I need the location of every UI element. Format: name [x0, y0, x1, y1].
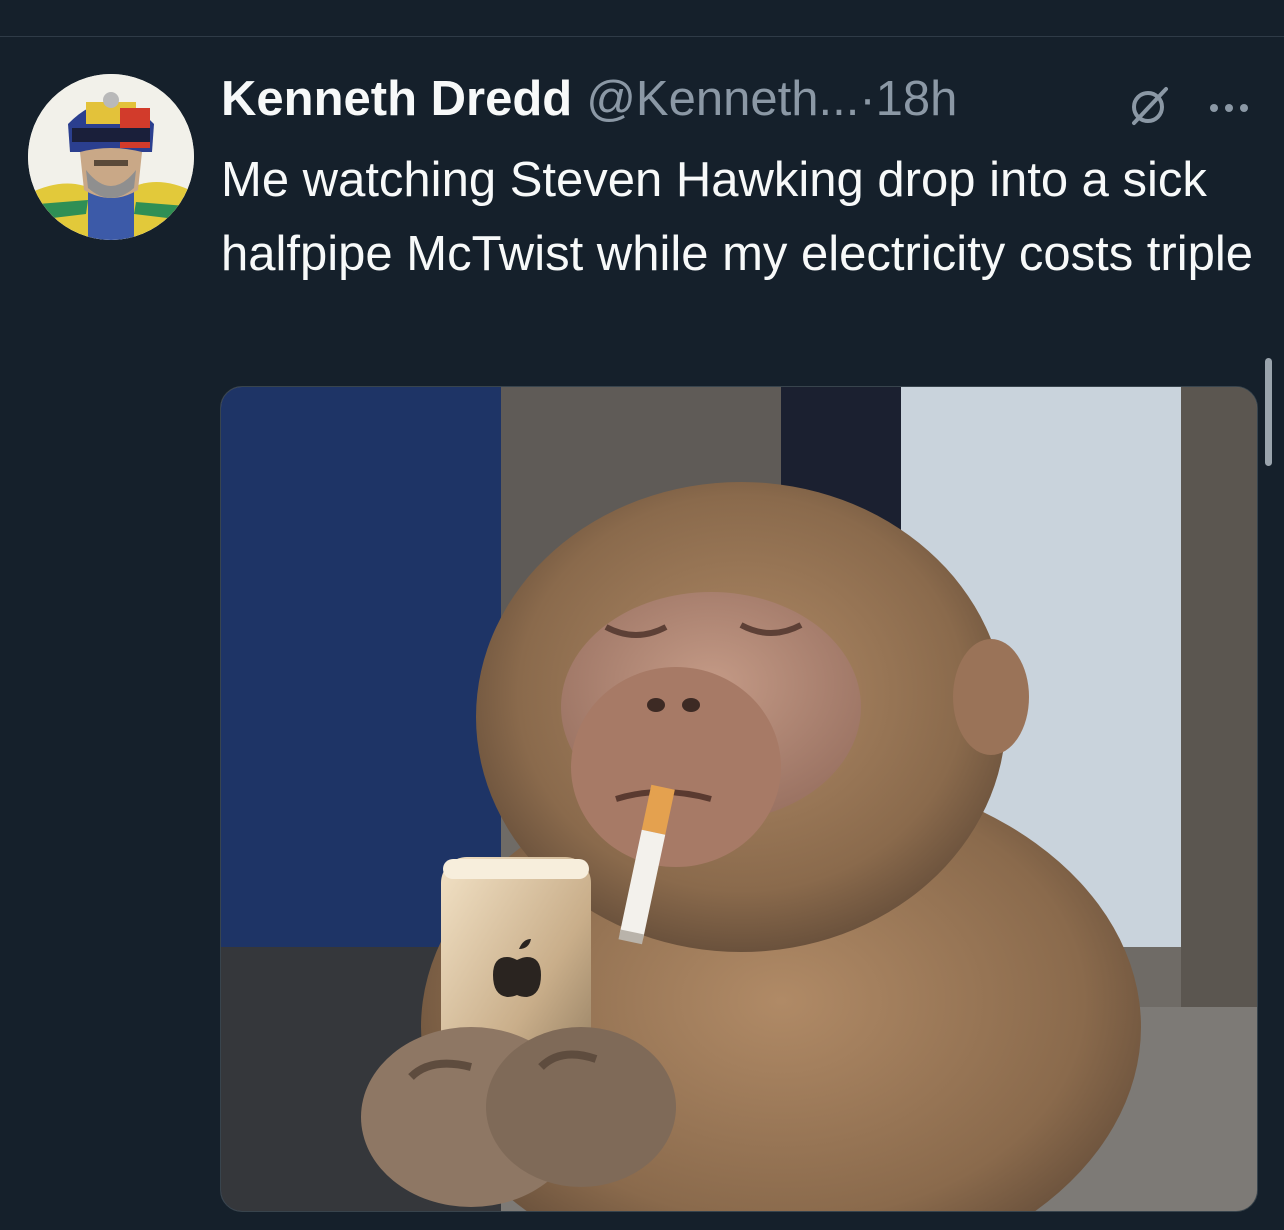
more-icon[interactable] [1206, 85, 1252, 131]
separator-dot: · [859, 72, 876, 126]
grok-icon[interactable] [1128, 85, 1170, 127]
avatar-image [28, 74, 194, 240]
avatar[interactable] [28, 74, 194, 240]
tweet-text: Me watching Steven Hawking drop into a s… [221, 153, 1254, 281]
timestamp[interactable]: 18h [876, 71, 958, 127]
tweet-media-image[interactable] [220, 386, 1258, 1212]
tweet-header: Kenneth Dredd @Kenneth... · 18h [221, 69, 957, 129]
scrollbar[interactable] [1265, 358, 1272, 466]
handle[interactable]: @Kenneth... [586, 71, 859, 127]
tweet[interactable]: Kenneth Dredd @Kenneth... · 18h Me watch… [0, 37, 1284, 1230]
display-name[interactable]: Kenneth Dredd [221, 71, 572, 127]
monkey-with-phone-photo [221, 387, 1257, 1211]
